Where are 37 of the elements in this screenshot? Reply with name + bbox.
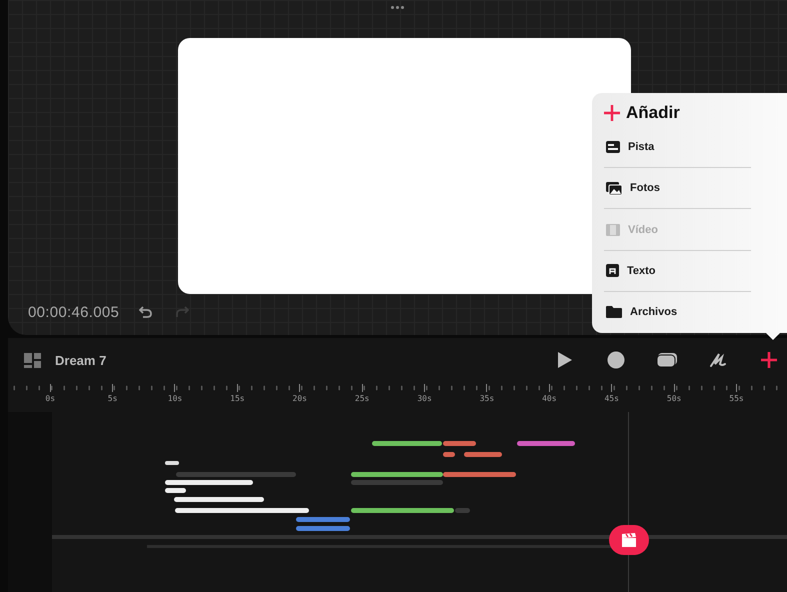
drag-handle[interactable] bbox=[391, 6, 404, 9]
menu-title: Añadir bbox=[626, 103, 680, 123]
card-icon bbox=[606, 141, 620, 154]
add-icon bbox=[760, 351, 778, 369]
time-label: 5s bbox=[108, 394, 118, 403]
cards-icon bbox=[657, 353, 677, 367]
redo-icon bbox=[175, 305, 190, 319]
photos-icon bbox=[606, 182, 622, 195]
menu-item[interactable]: Fotos bbox=[604, 168, 751, 210]
time-label: 15s bbox=[230, 394, 245, 403]
project-title: Dream 7 bbox=[55, 352, 108, 368]
record-icon bbox=[607, 351, 625, 369]
time-label: 40s bbox=[542, 394, 557, 403]
menu-item[interactable]: Archivos bbox=[604, 292, 751, 333]
scribble-icon bbox=[709, 352, 727, 368]
time-label: 10s bbox=[168, 394, 182, 403]
letter-icon bbox=[606, 264, 619, 278]
time-label: 50s bbox=[666, 394, 682, 403]
time-label: 35s bbox=[480, 394, 494, 403]
add-clip-button[interactable] bbox=[609, 525, 649, 555]
layout-icon bbox=[24, 352, 41, 368]
menu-item[interactable]: Texto bbox=[604, 250, 751, 292]
time-label: 30s bbox=[417, 394, 432, 403]
time-label: 0s bbox=[45, 394, 56, 403]
time-label: 20s bbox=[292, 394, 307, 403]
timecode: 00:00:46.005 bbox=[28, 304, 120, 320]
undo-icon bbox=[139, 305, 154, 319]
plus-icon bbox=[604, 105, 620, 121]
time-label: 55s bbox=[729, 394, 744, 403]
time-label: 25s bbox=[354, 394, 370, 403]
time-label: 45s bbox=[604, 394, 619, 403]
menu-pointer bbox=[765, 332, 781, 340]
clapperboard-icon bbox=[621, 533, 637, 547]
folder-icon bbox=[606, 306, 622, 318]
menu-item[interactable]: Pista bbox=[604, 127, 751, 168]
play-icon bbox=[557, 351, 573, 369]
film-icon bbox=[606, 224, 620, 236]
